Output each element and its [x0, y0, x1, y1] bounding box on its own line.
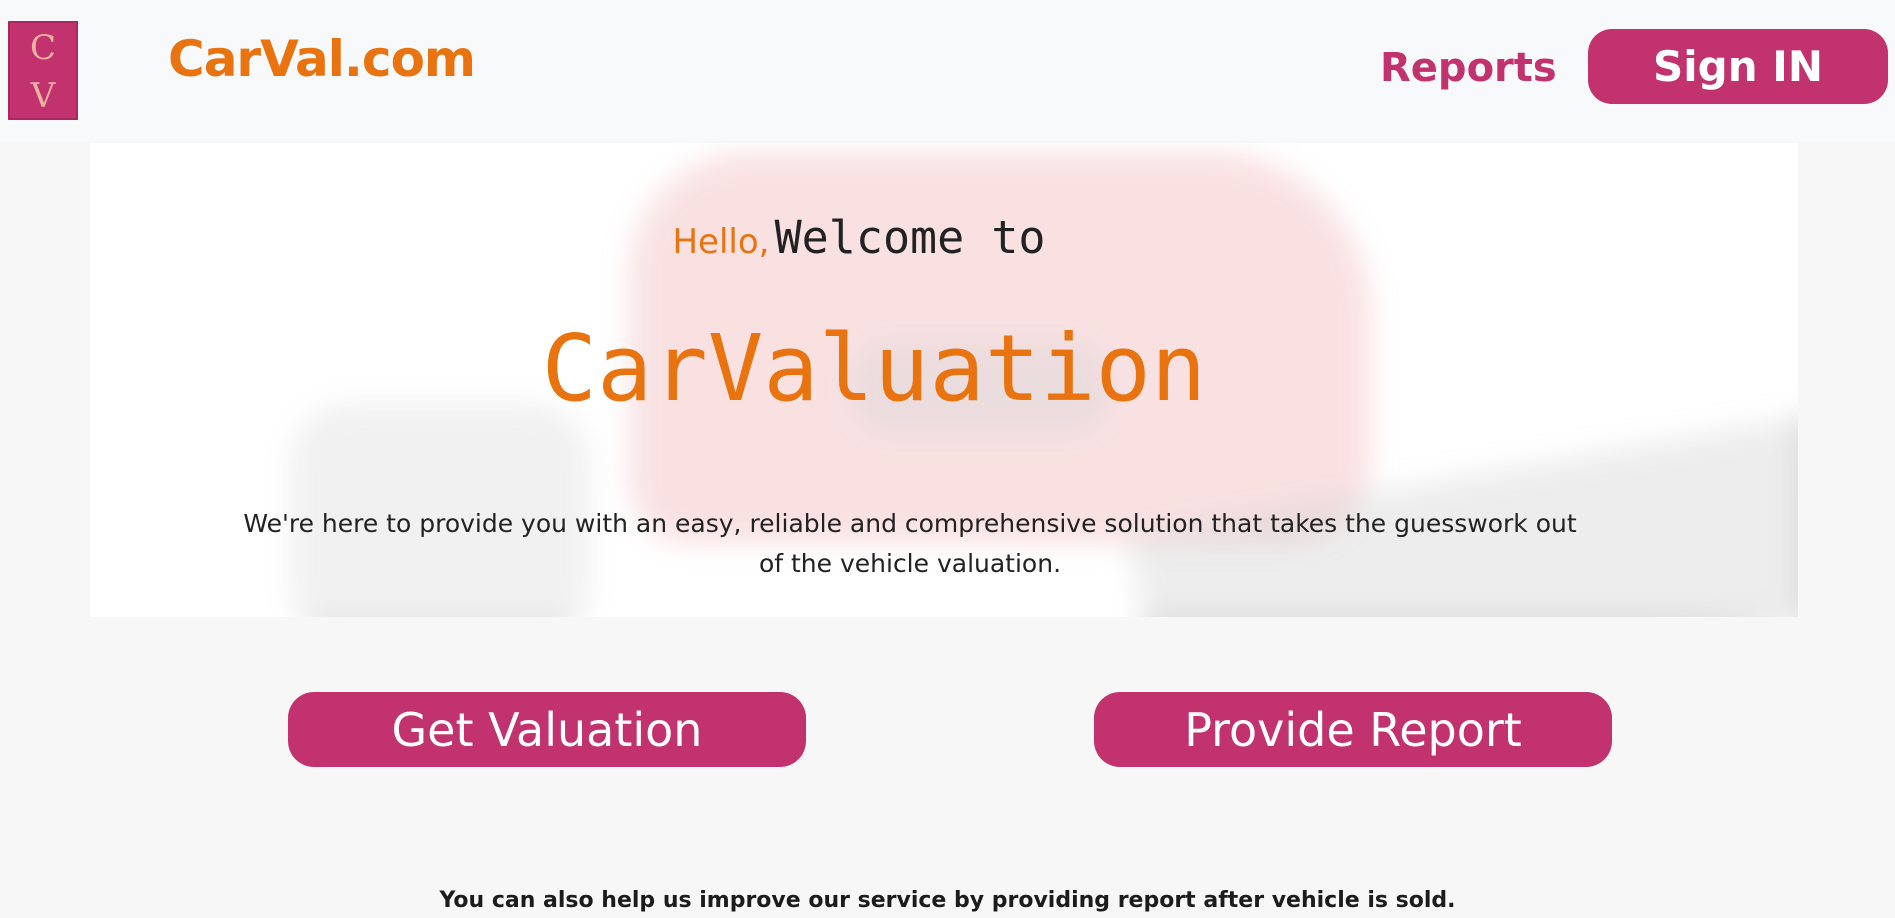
- sign-in-button[interactable]: Sign IN: [1588, 29, 1888, 104]
- hero-greeting: Hello, Welcome to: [90, 215, 1798, 260]
- logo-letter-c: C: [29, 28, 56, 68]
- navbar: C V CarVal.com Reports Sign IN: [0, 0, 1895, 141]
- footer-note: You can also help us improve our service…: [439, 888, 1456, 913]
- logo-letter-v: V: [30, 76, 56, 116]
- brand-name[interactable]: CarVal.com: [168, 34, 476, 84]
- get-valuation-button[interactable]: Get Valuation: [288, 692, 806, 767]
- hero-content: Hello, Welcome to CarValuation We're her…: [90, 143, 1798, 617]
- greeting-hello: Hello,: [672, 222, 770, 262]
- hero-description: We're here to provide you with an easy, …: [243, 509, 1577, 578]
- greeting-welcome: Welcome to: [774, 211, 1046, 264]
- hero-title: CarValuation: [541, 315, 1207, 422]
- hero-banner: Hello, Welcome to CarValuation We're her…: [90, 143, 1798, 617]
- site-logo[interactable]: C V: [8, 21, 78, 120]
- nav-reports-link[interactable]: Reports: [1380, 48, 1557, 88]
- provide-report-button[interactable]: Provide Report: [1094, 692, 1612, 767]
